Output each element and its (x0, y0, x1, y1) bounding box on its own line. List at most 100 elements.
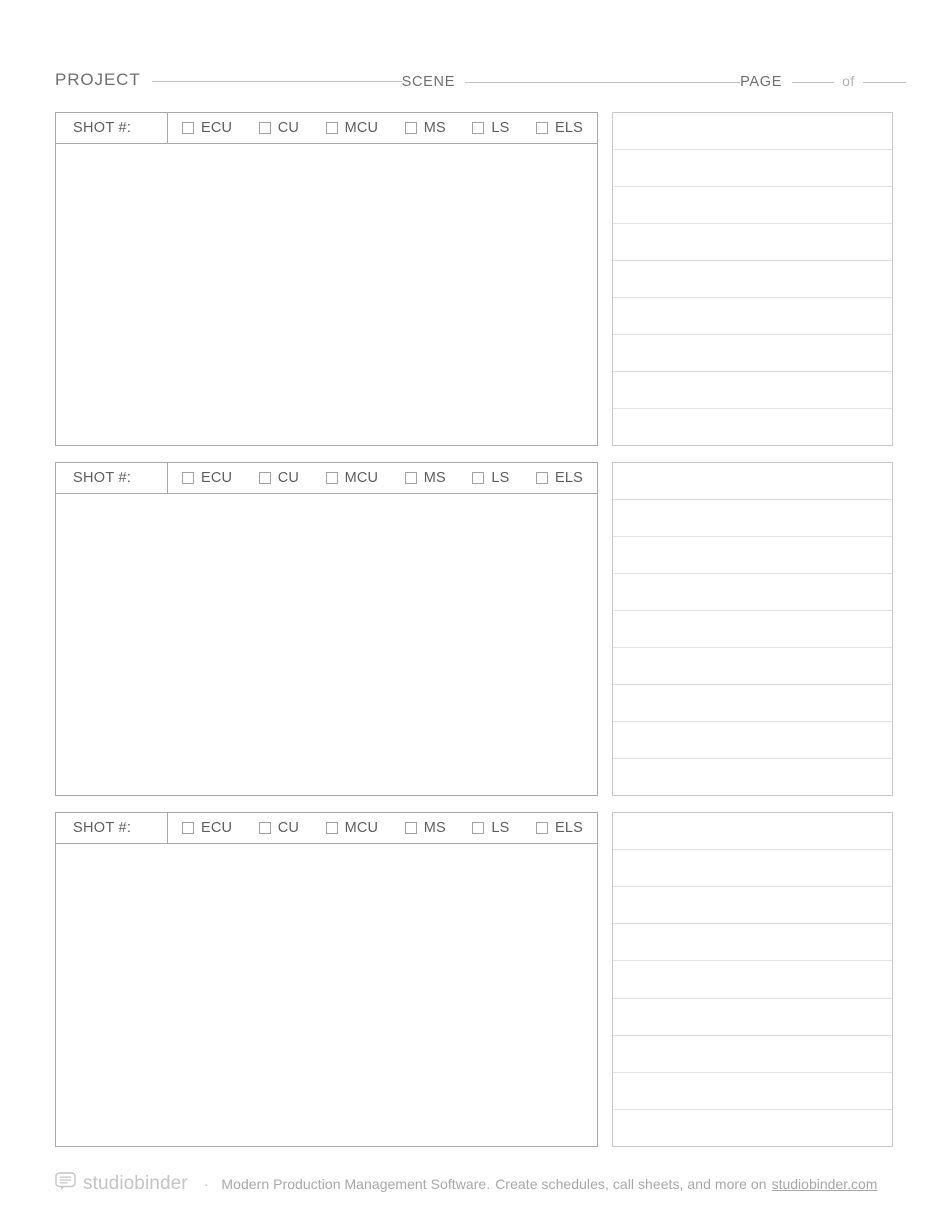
note-line[interactable] (613, 298, 892, 335)
note-line[interactable] (613, 187, 892, 224)
page-total-input-line[interactable] (862, 81, 906, 83)
checkbox-icon[interactable] (258, 122, 271, 134)
note-line[interactable] (613, 722, 892, 759)
checkbox-icon[interactable] (535, 822, 548, 834)
shot-type-cu[interactable]: CU (258, 120, 300, 136)
scene-label: SCENE (401, 74, 456, 90)
note-line[interactable] (613, 537, 892, 574)
shot-type-label: ECU (201, 470, 233, 486)
page-label: PAGE (740, 74, 783, 90)
shot-frame-column: SHOT #: ECU CU MCU MS LS ELS (55, 112, 598, 446)
project-input-line[interactable] (151, 80, 402, 82)
shot-type-checkbox-group: ECU CU MCU MS LS ELS (168, 113, 597, 143)
shot-type-label: CU (277, 120, 300, 136)
studiobinder-wordmark: studiobinder (83, 1173, 188, 1194)
note-line[interactable] (613, 999, 892, 1036)
shot-type-ls[interactable]: LS (472, 820, 509, 836)
note-line[interactable] (613, 924, 892, 962)
checkbox-icon[interactable] (182, 822, 194, 834)
checkbox-icon[interactable] (258, 822, 271, 834)
shot-type-label: ECU (201, 820, 233, 836)
shot-number-cell[interactable]: SHOT #: (56, 813, 168, 843)
checkbox-icon[interactable] (404, 472, 417, 484)
shot-number-label: SHOT #: (73, 820, 132, 836)
note-line[interactable] (613, 463, 892, 500)
note-line[interactable] (613, 961, 892, 999)
storyboard-frame[interactable] (55, 844, 598, 1147)
shot-block: SHOT #: ECU CU MCU MS LS ELS (55, 812, 893, 1147)
shot-header-row: SHOT #: ECU CU MCU MS LS ELS (55, 112, 598, 144)
shot-type-ms[interactable]: MS (404, 820, 446, 836)
shot-type-ms[interactable]: MS (404, 120, 446, 136)
shot-type-ecu[interactable]: ECU (182, 120, 232, 136)
note-line[interactable] (613, 335, 892, 372)
shot-type-ls[interactable]: LS (472, 470, 509, 486)
checkbox-icon[interactable] (472, 122, 485, 134)
project-field-group: PROJECT (55, 70, 402, 90)
shot-type-ecu[interactable]: ECU (182, 470, 232, 486)
storyboard-frame[interactable] (55, 494, 598, 796)
note-line[interactable] (613, 1110, 892, 1146)
shot-type-mcu[interactable]: MCU (325, 820, 379, 836)
checkbox-icon[interactable] (404, 122, 417, 134)
note-line[interactable] (613, 813, 892, 851)
shot-number-cell[interactable]: SHOT #: (56, 113, 168, 143)
shot-type-cu[interactable]: CU (258, 470, 299, 486)
note-line[interactable] (613, 261, 892, 298)
shot-type-ecu[interactable]: ECU (182, 820, 232, 836)
note-line[interactable] (613, 224, 892, 261)
shot-number-cell[interactable]: SHOT #: (56, 463, 168, 493)
shot-type-label: ELS (554, 470, 583, 486)
page-of-label: of (842, 73, 855, 89)
checkbox-icon[interactable] (472, 822, 485, 834)
page-number-input-line[interactable] (792, 81, 835, 83)
note-line[interactable] (613, 611, 892, 648)
note-line[interactable] (613, 759, 892, 795)
note-line[interactable] (613, 1036, 892, 1073)
notes-panel (612, 812, 893, 1147)
shot-type-mcu[interactable]: MCU (325, 470, 379, 486)
shot-type-checkbox-group: ECU CU MCU MS LS ELS (168, 813, 597, 843)
note-line[interactable] (613, 850, 892, 888)
note-line[interactable] (613, 372, 892, 409)
note-line[interactable] (613, 887, 892, 925)
storyboard-frame[interactable] (55, 144, 598, 446)
checkbox-icon[interactable] (182, 122, 194, 134)
checkbox-icon[interactable] (535, 122, 548, 134)
shot-type-label: MS (423, 120, 446, 136)
shot-type-mcu[interactable]: MCU (325, 120, 379, 136)
checkbox-icon[interactable] (404, 822, 417, 834)
shot-type-label: MS (423, 820, 446, 836)
note-line[interactable] (613, 150, 892, 187)
shot-type-els[interactable]: ELS (535, 470, 583, 486)
studiobinder-website-link[interactable]: studiobinder.com (772, 1176, 878, 1192)
shot-block: SHOT #: ECU CU MCU MS LS ELS (55, 462, 893, 796)
shot-type-ls[interactable]: LS (472, 120, 509, 136)
checkbox-icon[interactable] (325, 822, 338, 834)
note-line[interactable] (613, 113, 892, 150)
note-line[interactable] (613, 574, 892, 611)
checkbox-icon[interactable] (325, 122, 338, 134)
checkbox-icon[interactable] (325, 472, 338, 484)
note-line[interactable] (613, 500, 892, 537)
checkbox-icon[interactable] (258, 472, 271, 484)
shot-number-label: SHOT #: (73, 470, 132, 486)
checkbox-icon[interactable] (535, 472, 548, 484)
note-line[interactable] (613, 409, 892, 445)
checkbox-icon[interactable] (472, 472, 485, 484)
shot-type-els[interactable]: ELS (535, 820, 583, 836)
footer-separator-dot: · (203, 1176, 209, 1192)
shot-frame-column: SHOT #: ECU CU MCU MS LS ELS (55, 462, 598, 796)
note-line[interactable] (613, 685, 892, 722)
scene-input-line[interactable] (465, 81, 741, 83)
shot-block: SHOT #: ECU CU MCU MS LS ELS (55, 112, 893, 446)
page-footer: studiobinder · Modern Production Managem… (55, 1172, 893, 1196)
note-line[interactable] (613, 648, 892, 685)
checkbox-icon[interactable] (182, 472, 194, 484)
shot-type-ms[interactable]: MS (404, 470, 446, 486)
shot-type-els[interactable]: ELS (535, 120, 583, 136)
shot-type-cu[interactable]: CU (258, 820, 299, 836)
shot-type-label: LS (491, 470, 510, 486)
page-field-group: PAGE of (740, 73, 906, 90)
note-line[interactable] (613, 1073, 892, 1110)
